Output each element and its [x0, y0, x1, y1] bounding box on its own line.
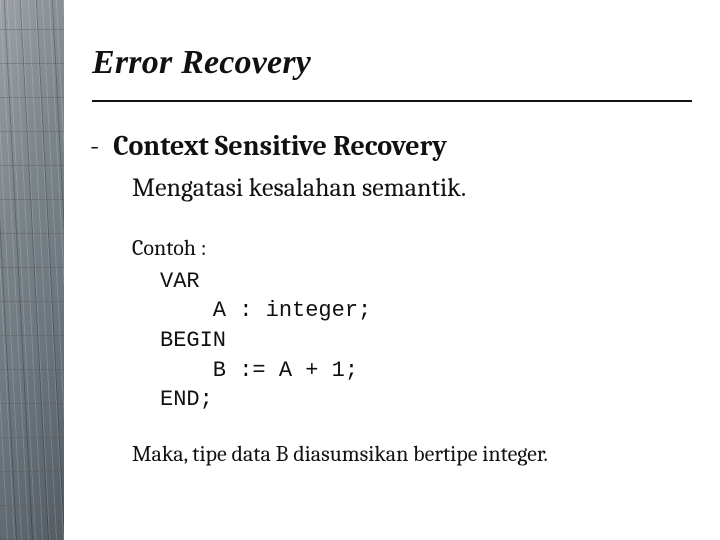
bullet-heading: Context Sensitive Recovery — [113, 130, 447, 162]
slide-content: Error Recovery - Context Sensitive Recov… — [64, 0, 720, 540]
title-wrap: Error Recovery — [64, 0, 720, 92]
conclusion-text: Maka, tipe data B diasumsikan bertipe in… — [132, 441, 684, 467]
example-label: Contoh : — [132, 235, 684, 261]
example-code: VAR A : integer; BEGIN B := A + 1; END; — [160, 267, 684, 415]
slide-title: Error Recovery — [92, 44, 692, 82]
bullet-row: - Context Sensitive Recovery — [88, 130, 684, 162]
bullet-dash: - — [88, 130, 113, 162]
slide-body: - Context Sensitive Recovery Mengatasi k… — [64, 102, 720, 467]
stone-sidebar — [0, 0, 64, 540]
bullet-description: Mengatasi kesalahan semantik. — [132, 172, 684, 205]
